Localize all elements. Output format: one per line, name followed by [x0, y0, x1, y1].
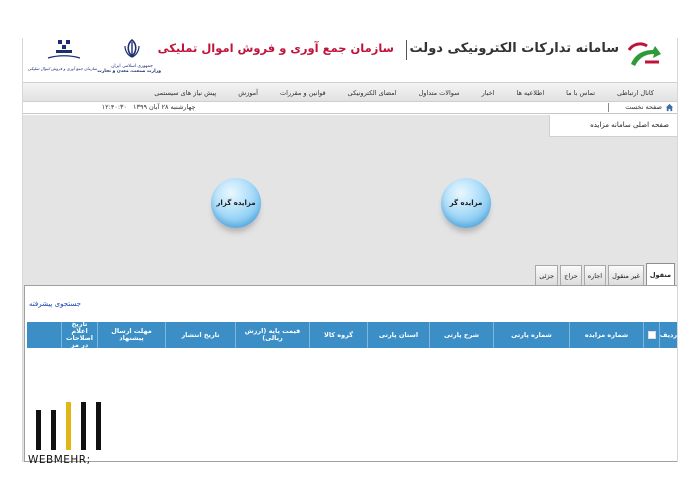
bidder-button[interactable]: مزایده گر — [441, 178, 491, 228]
ministry-caption-2: وزارت صنعت، معدن و تجارت — [97, 69, 161, 74]
column-header-party-prov[interactable]: استان پارتی — [367, 322, 429, 348]
watermark: WEBMEHR; — [28, 402, 112, 472]
column-header-party-desc[interactable]: شرح پارتی — [429, 322, 493, 348]
column-header-row[interactable]: ردیف — [659, 322, 677, 348]
column-header-pub-date[interactable]: تاریخ انتشار — [165, 322, 235, 348]
nav-item[interactable]: تماس با ما — [555, 89, 606, 97]
nav-item[interactable]: اخبار — [471, 89, 506, 97]
category-tabs: منقول غیر منقول اجاره حراج جزئی — [535, 263, 675, 285]
bidder-button-label: مزایده گر — [449, 199, 483, 207]
gov-org-caption: سازمان جمع آوری و فروش اموال تملیکی — [27, 66, 97, 71]
current-date: چهارشنبه ۲۸ آبان ۱۳۹۹ — [133, 103, 196, 111]
breadcrumb-home-link[interactable]: صفحه نخست — [625, 103, 662, 111]
column-header-corrections[interactable]: تاریخ اعلام اصلاحات در مز — [61, 322, 97, 348]
nav-item[interactable]: پیش نیاز های سیستمی — [143, 89, 227, 97]
gov-org-logo: سازمان جمع آوری و فروش اموال تملیکی — [27, 38, 97, 78]
home-icon[interactable] — [665, 103, 674, 112]
auctioneer-button[interactable]: مزایده گزار — [211, 178, 261, 228]
column-header-base-price[interactable]: قیمت پایه (ارزش ریالی) — [235, 322, 309, 348]
breadcrumb: صفحه نخست چهارشنبه ۲۸ آبان ۱۳۹۹ ۱۲:۴۰:۳۰ — [23, 102, 677, 114]
page-title: صفحه اصلی سامانه مزایده — [590, 121, 669, 129]
grid-header: ردیف شماره مزایده شماره پارتی شرح پارتی استا… — [27, 322, 677, 348]
webmehr-logo-icon — [36, 402, 101, 450]
select-all-checkbox[interactable] — [647, 331, 656, 339]
column-header-group[interactable]: گروه کالا — [309, 322, 367, 348]
nav-item[interactable]: آموزش — [227, 89, 269, 97]
nav-item[interactable]: امضای الکترونیکی — [337, 89, 408, 97]
grid-body — [27, 348, 677, 460]
nav-item[interactable]: اطلاعیه ها — [506, 89, 556, 97]
page: سامانه تدارکات الکترونیکی دولت سازمان جم… — [0, 0, 700, 500]
browser-frame: سامانه تدارکات الکترونیکی دولت سازمان جم… — [22, 38, 678, 462]
nav-item[interactable]: سوالات متداول — [408, 89, 471, 97]
tab-0[interactable]: منقول — [645, 263, 675, 285]
brand-title: سامانه تدارکات الکترونیکی دولت — [409, 41, 619, 56]
main-content: صفحه اصلی سامانه مزایده مزایده گر مزایده… — [23, 115, 677, 462]
header-divider — [406, 40, 407, 60]
org-emblem-icon — [47, 40, 81, 59]
breadcrumb-separator — [608, 103, 609, 112]
column-header-deadline[interactable]: مهلت ارسال پیشنهاد — [97, 322, 165, 348]
tab-2[interactable]: اجاره — [583, 265, 607, 285]
setad-logo-icon[interactable] — [625, 40, 665, 72]
nav-item[interactable]: کانال ارتباطی — [606, 89, 665, 97]
page-label-box: صفحه اصلی سامانه مزایده — [549, 115, 677, 137]
column-header-auction-no[interactable]: شماره مزایده — [569, 322, 643, 348]
current-time: ۱۲:۴۰:۳۰ — [101, 103, 127, 111]
ministry-logo: جمهوری اسلامی ایران وزارت صنعت، معدن و ت… — [97, 38, 161, 76]
main-nav: پیش نیاز های سیستمی آموزش قوانین و مقررات ا… — [23, 82, 677, 103]
site-header: سامانه تدارکات الکترونیکی دولت سازمان جم… — [23, 38, 677, 82]
watermark-text: WEBMEHR; — [28, 454, 91, 466]
org-title: سازمان جمع آوری و فروش اموال تملیکی — [157, 41, 394, 55]
tab-4[interactable]: جزئی — [535, 265, 559, 285]
column-header-party-no[interactable]: شماره پارتی — [493, 322, 569, 348]
advanced-search-link[interactable]: جستجوی پیشرفته — [29, 300, 81, 308]
iran-emblem-icon — [124, 38, 140, 58]
auctioneer-button-label: مزایده گزار — [216, 199, 256, 207]
column-header-check — [643, 322, 659, 348]
auction-list-panel: جستجوی پیشرفته ردیف شماره مزایده شماره پار… — [24, 285, 677, 462]
tab-1[interactable]: غیر منقول — [608, 265, 644, 285]
nav-list: پیش نیاز های سیستمی آموزش قوانین و مقررات ا… — [143, 83, 665, 103]
nav-item[interactable]: قوانین و مقررات — [269, 89, 337, 97]
tab-3[interactable]: حراج — [560, 265, 582, 285]
